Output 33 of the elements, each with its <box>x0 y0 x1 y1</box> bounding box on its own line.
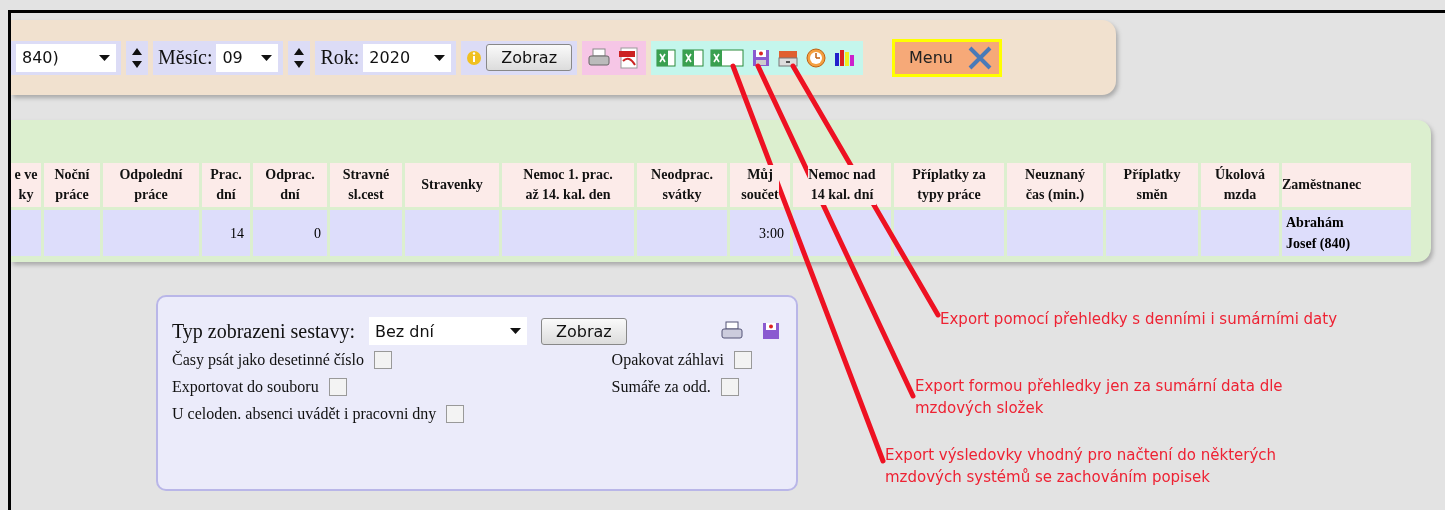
checkbox-label: Sumáře za odd. <box>611 378 711 396</box>
checkbox-label: U celoden. absenci uvádět i pracovni dny <box>172 405 437 423</box>
caret-icon <box>261 54 273 61</box>
checkbox[interactable] <box>734 351 752 369</box>
show-button[interactable]: Zobraz <box>541 317 627 345</box>
checkbox-label: Opakovat záhlavi <box>611 351 724 369</box>
menu-button[interactable]: Menu <box>892 38 1002 77</box>
checkbox[interactable] <box>373 351 392 369</box>
annotation-text: Export formou přehledky jen za sumární data dle mzdových složek <box>915 376 1283 419</box>
column-header: Nemoc nad 14 kal. dní <box>808 165 876 205</box>
annotation-text: Export pomocí přehledky s denními i sumárními daty <box>940 309 1338 330</box>
checkbox-label: Exportovat do souboru <box>172 378 319 396</box>
checkbox-label: Časy psát jako desetinné číslo <box>172 351 364 369</box>
year-label: Rok: <box>320 46 360 69</box>
month-label: Měsíc: <box>158 46 213 69</box>
report-type-select[interactable]: Bez dní <box>369 317 527 345</box>
spreadsheet-icon[interactable] <box>682 46 707 69</box>
checkbox[interactable] <box>720 378 739 396</box>
employee-select[interactable]: 840) <box>16 43 116 72</box>
caret-icon <box>510 328 521 334</box>
printer-icon[interactable] <box>720 320 746 342</box>
show-button[interactable]: Zobraz <box>486 44 573 71</box>
caret-icon <box>99 54 110 61</box>
caret-icon <box>434 54 446 61</box>
checkbox[interactable] <box>328 378 347 396</box>
report-type-label: Typ zobrazeni sestavy: <box>172 319 355 343</box>
spreadsheet-icon[interactable] <box>710 46 747 69</box>
clock-icon[interactable] <box>804 46 829 69</box>
year-select[interactable]: 2020 <box>363 43 452 72</box>
annotation-text: Export výsledovky vhodný pro načtení do některých mzdových systémů se zachováním popisek <box>885 445 1277 488</box>
checkbox[interactable] <box>446 405 465 423</box>
spreadsheet-icon[interactable] <box>656 46 679 69</box>
month-select[interactable]: 09 <box>216 43 279 72</box>
